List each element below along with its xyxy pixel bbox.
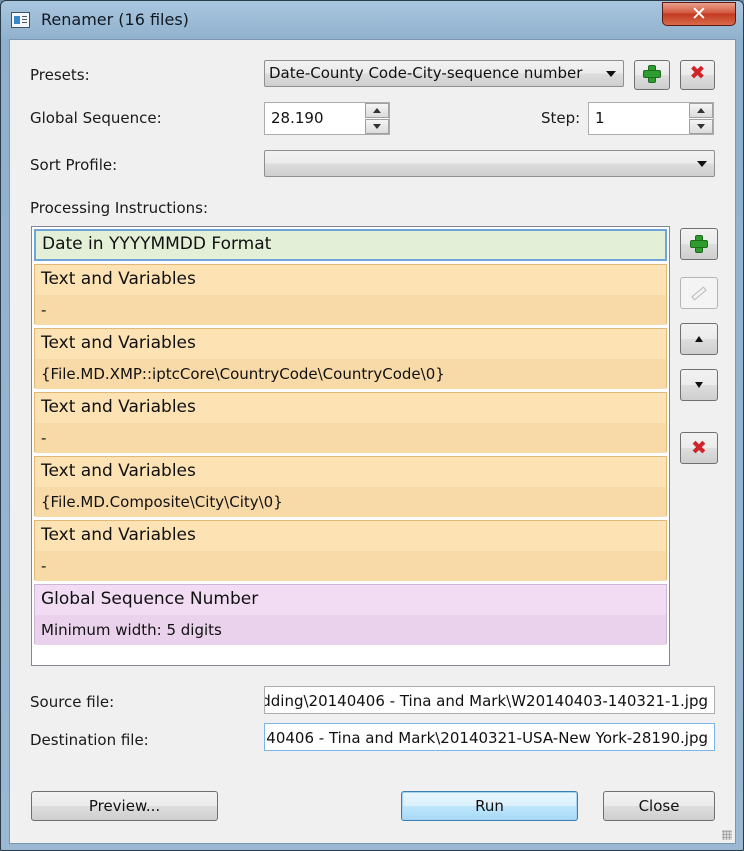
source-file-field[interactable]: edding\20140406 - Tina and Mark\W2014040… (264, 686, 715, 714)
instruction-detail: - (35, 551, 666, 581)
run-button[interactable]: Run (401, 791, 578, 821)
instruction-title: Global Sequence Number (35, 585, 666, 615)
window-title: Renamer (16 files) (41, 10, 189, 29)
source-file-label: Source file: (30, 693, 115, 711)
resize-grip-icon[interactable] (722, 830, 732, 840)
sort-profile-dropdown[interactable] (264, 150, 715, 177)
presets-dropdown[interactable]: Date-County Code-City-sequence number (264, 60, 624, 87)
presets-value: Date-County Code-City-sequence number (269, 64, 583, 82)
delete-preset-button[interactable]: ✖ (680, 60, 715, 90)
instruction-title: Text and Variables (35, 265, 666, 295)
instruction-title: Text and Variables (35, 329, 666, 359)
instruction-detail: {File.MD.Composite\City\City\0} (35, 487, 666, 517)
add-preset-button[interactable] (634, 60, 670, 90)
instruction-title: Text and Variables (35, 521, 666, 551)
source-file-value: edding\20140406 - Tina and Mark\W2014040… (264, 692, 708, 710)
list-item[interactable]: Date in YYYYMMDD Format (34, 229, 667, 261)
add-instruction-button[interactable] (680, 228, 718, 260)
app-icon (11, 12, 30, 28)
edit-instruction-button[interactable] (680, 277, 718, 309)
sort-profile-label: Sort Profile: (30, 156, 118, 174)
step-spinner[interactable]: 1 (588, 102, 714, 135)
instruction-detail: - (35, 423, 666, 453)
global-sequence-decrement[interactable] (365, 119, 389, 134)
delete-icon: ✖ (691, 437, 707, 459)
instruction-title: Text and Variables (35, 457, 666, 487)
instruction-detail: {File.MD.XMP::iptcCore\CountryCode\Count… (35, 359, 666, 389)
chevron-down-icon (697, 161, 707, 167)
step-value: 1 (595, 109, 605, 127)
preview-button[interactable]: Preview... (31, 791, 218, 821)
destination-file-field[interactable]: 140406 - Tina and Mark\20140321-USA-New … (264, 723, 715, 751)
global-sequence-spinner[interactable]: 28.190 (264, 102, 390, 135)
pencil-icon (691, 286, 707, 301)
plus-icon (644, 66, 660, 82)
title-bar: Renamer (16 files) ✕ (1, 1, 743, 39)
delete-instruction-button[interactable]: ✖ (680, 432, 718, 464)
instruction-detail: - (35, 295, 666, 325)
move-up-button[interactable] (680, 323, 718, 355)
destination-file-label: Destination file: (30, 731, 149, 749)
instruction-detail: Minimum width: 5 digits (35, 615, 666, 645)
renamer-window: Renamer (16 files) ✕ Presets: Date-Count… (0, 0, 744, 851)
move-down-button[interactable] (680, 369, 718, 401)
step-increment[interactable] (689, 103, 713, 118)
instruction-title: Date in YYYYMMDD Format (42, 234, 272, 254)
arrow-down-icon (695, 382, 703, 388)
chevron-down-icon (606, 71, 616, 77)
presets-label: Presets: (30, 66, 90, 84)
plus-icon (691, 236, 707, 252)
dialog-content: Presets: Date-County Code-City-sequence … (9, 39, 736, 844)
destination-file-value: 140406 - Tina and Mark\20140321-USA-New … (264, 729, 708, 747)
step-label: Step: (541, 109, 581, 127)
global-sequence-label: Global Sequence: (30, 109, 162, 127)
list-item[interactable]: Text and Variables {File.MD.Composite\Ci… (34, 456, 667, 517)
list-item[interactable]: Text and Variables {File.MD.XMP::iptcCor… (34, 328, 667, 389)
step-decrement[interactable] (689, 119, 713, 134)
processing-instructions-list: Date in YYYYMMDD Format Text and Variabl… (31, 226, 670, 666)
list-item[interactable]: Text and Variables - (34, 264, 667, 325)
instruction-title: Text and Variables (35, 393, 666, 423)
global-sequence-value: 28.190 (271, 109, 324, 127)
window-close-button[interactable]: ✕ (662, 2, 736, 26)
arrow-up-icon (695, 336, 703, 342)
delete-icon: ✖ (689, 62, 706, 84)
global-sequence-increment[interactable] (365, 103, 389, 118)
list-item[interactable]: Global Sequence Number Minimum width: 5 … (34, 584, 667, 645)
close-button[interactable]: Close (603, 791, 715, 821)
list-item[interactable]: Text and Variables - (34, 520, 667, 581)
list-item[interactable]: Text and Variables - (34, 392, 667, 453)
processing-instructions-label: Processing Instructions: (30, 199, 209, 217)
